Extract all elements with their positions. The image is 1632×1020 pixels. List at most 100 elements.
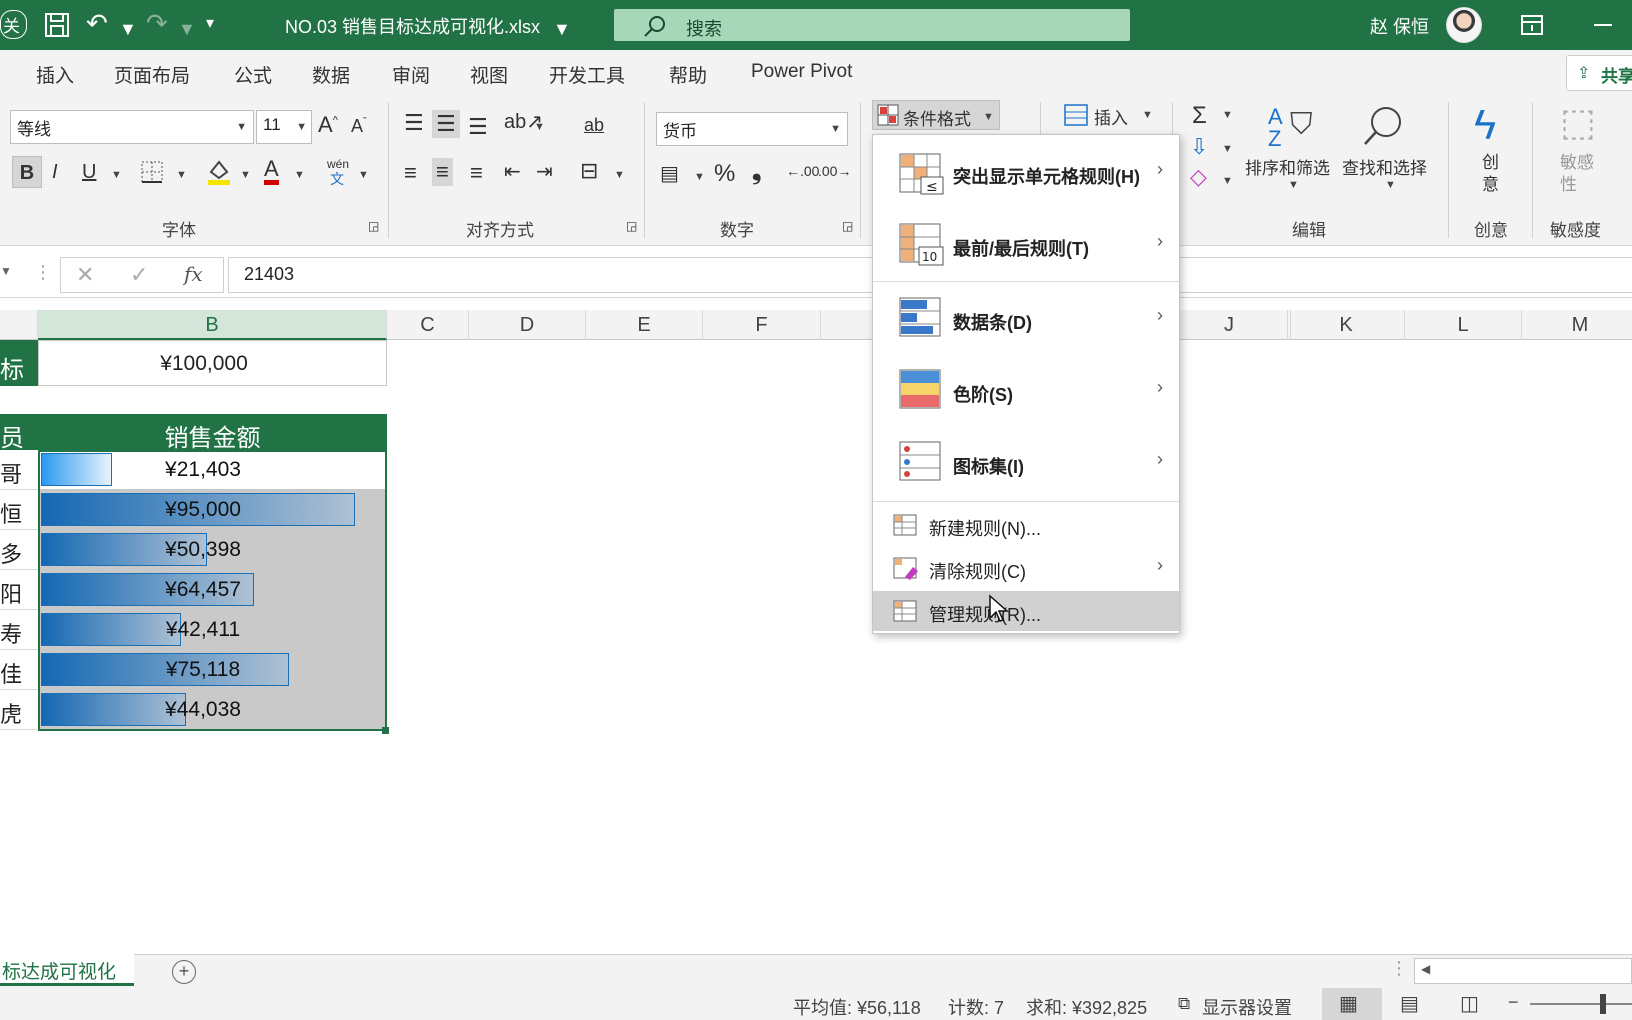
- ribbon-display-options-icon[interactable]: [1520, 14, 1544, 36]
- insert-cells-label[interactable]: 插入: [1094, 104, 1128, 129]
- find-select-dropdown-icon[interactable]: ▼: [1385, 180, 1396, 191]
- redo-dropdown-icon[interactable]: ▼: [178, 19, 196, 40]
- clear-dropdown-icon[interactable]: ▼: [1222, 176, 1233, 187]
- name-cell[interactable]: 寿: [0, 610, 38, 650]
- tab-data[interactable]: 数据: [312, 61, 350, 88]
- name-box-dropdown-icon[interactable]: ▼: [0, 264, 12, 278]
- wrap-text-icon[interactable]: ab: [584, 116, 604, 134]
- borders-icon[interactable]: [140, 160, 164, 184]
- add-sheet-button[interactable]: +: [172, 960, 196, 984]
- merge-dropdown-icon[interactable]: ▼: [614, 170, 625, 181]
- ideas-button-label[interactable]: 创 意: [1482, 152, 1499, 196]
- name-cell[interactable]: 哥: [0, 450, 38, 490]
- bold-button[interactable]: B: [12, 156, 42, 188]
- phonetic-guide-icon[interactable]: wén: [327, 158, 349, 170]
- orientation-dropdown-icon[interactable]: ▼: [534, 122, 545, 133]
- display-settings-label[interactable]: 显示器设置: [1202, 994, 1292, 1020]
- target-cell[interactable]: ¥100,000: [38, 340, 387, 386]
- cancel-icon[interactable]: ✕: [76, 262, 94, 288]
- page-break-view-icon[interactable]: ◫: [1460, 991, 1479, 1016]
- scroll-left-icon[interactable]: ◀: [1421, 962, 1430, 976]
- number-dialog-launcher-icon[interactable]: ◲: [842, 220, 853, 232]
- column-header-e[interactable]: E: [586, 310, 703, 340]
- zoom-slider-thumb[interactable]: [1600, 994, 1606, 1014]
- fill-dropdown-icon[interactable]: ▼: [1222, 144, 1233, 155]
- name-cell[interactable]: 恒: [0, 490, 38, 530]
- increase-font-size-icon[interactable]: A^: [318, 114, 338, 136]
- minimize-icon[interactable]: [1594, 24, 1612, 26]
- zoom-out-icon[interactable]: −: [1508, 992, 1519, 1013]
- phonetic-dropdown-icon[interactable]: ▼: [358, 170, 369, 181]
- menu-item-top-bottom[interactable]: 10 最前/最后规则(T) ›: [873, 211, 1179, 279]
- display-settings-icon[interactable]: ⧉: [1178, 994, 1190, 1014]
- avatar[interactable]: [1446, 7, 1482, 43]
- page-layout-view-icon[interactable]: ▤: [1400, 991, 1419, 1016]
- column-header-d[interactable]: D: [469, 310, 586, 340]
- tab-help[interactable]: 帮助: [669, 61, 707, 88]
- filename-dropdown-icon[interactable]: ▼: [553, 19, 571, 40]
- sort-filter-icon[interactable]: AZ: [1268, 106, 1283, 150]
- tab-power-pivot[interactable]: Power Pivot: [751, 61, 852, 83]
- accounting-dropdown-icon[interactable]: ▼: [694, 172, 705, 183]
- find-select-label[interactable]: 查找和选择: [1342, 154, 1427, 179]
- column-header-l[interactable]: L: [1405, 310, 1522, 340]
- tab-split-grip-icon[interactable]: ⋮: [1390, 958, 1408, 979]
- menu-item-icon-sets[interactable]: 图标集(I) ›: [873, 427, 1179, 497]
- name-cell[interactable]: 阳: [0, 570, 38, 610]
- column-header-b[interactable]: B: [38, 310, 387, 340]
- status-count[interactable]: 计数: 7: [948, 994, 1004, 1020]
- italic-button[interactable]: I: [52, 162, 58, 182]
- autosum-dropdown-icon[interactable]: ▼: [1222, 110, 1233, 121]
- column-header-k[interactable]: K: [1288, 310, 1405, 340]
- align-center-icon[interactable]: ≡: [432, 158, 453, 186]
- column-header-f[interactable]: F: [703, 310, 821, 340]
- font-size-select[interactable]: 11 ▼: [256, 110, 312, 144]
- zoom-slider[interactable]: [1530, 1003, 1632, 1005]
- merge-center-icon[interactable]: ⊟: [580, 160, 598, 182]
- font-name-select[interactable]: 等线 ▼: [10, 110, 254, 144]
- decrease-font-size-icon[interactable]: Aˇ: [351, 117, 367, 136]
- align-left-icon[interactable]: ≡: [404, 162, 417, 184]
- enter-icon[interactable]: ✓: [130, 262, 148, 288]
- percent-style-button[interactable]: %: [714, 162, 735, 186]
- status-average[interactable]: 平均值: ¥56,118: [793, 994, 921, 1020]
- increase-indent-icon[interactable]: ⇥: [536, 162, 553, 182]
- sort-filter-dropdown-icon[interactable]: ▼: [1288, 180, 1299, 191]
- increase-decimal-button[interactable]: ←.00: [786, 164, 819, 178]
- menu-item-clear-rules[interactable]: 清除规则(C) ›: [873, 547, 1179, 589]
- menu-item-new-rule[interactable]: 新建规则(N)...: [873, 505, 1179, 545]
- fill-color-dropdown-icon[interactable]: ▼: [240, 170, 251, 181]
- underline-dropdown-icon[interactable]: ▼: [111, 170, 122, 181]
- fill-handle[interactable]: [382, 727, 389, 734]
- align-top-icon[interactable]: ☰: [404, 112, 424, 134]
- font-dialog-launcher-icon[interactable]: ◲: [368, 220, 379, 232]
- conditional-formatting-button[interactable]: 条件格式 ▼: [872, 100, 1000, 130]
- column-header-m[interactable]: M: [1522, 310, 1632, 340]
- status-sum[interactable]: 求和: ¥392,825: [1026, 994, 1147, 1020]
- underline-button[interactable]: U: [82, 162, 96, 182]
- comma-style-button[interactable]: ❟: [752, 160, 761, 184]
- column-header-c[interactable]: C: [387, 310, 469, 340]
- menu-item-manage-rules[interactable]: 管理规则(R)...: [873, 591, 1179, 631]
- decrease-indent-icon[interactable]: ⇤: [504, 162, 521, 182]
- find-select-icon[interactable]: [1362, 104, 1406, 148]
- borders-dropdown-icon[interactable]: ▼: [176, 170, 187, 181]
- name-cell[interactable]: 多: [0, 530, 38, 570]
- undo-dropdown-icon[interactable]: ▼: [119, 19, 137, 40]
- sensitivity-button-label[interactable]: 敏感 性: [1560, 152, 1594, 196]
- column-header-j[interactable]: J: [1170, 310, 1288, 340]
- header-left-cell[interactable]: 员: [0, 414, 38, 452]
- align-right-icon[interactable]: ≡: [470, 162, 483, 184]
- sensitivity-icon[interactable]: ⬚: [1560, 104, 1596, 142]
- search-box[interactable]: 搜索: [614, 9, 1130, 41]
- insert-cells-icon[interactable]: [1064, 104, 1088, 126]
- decrease-decimal-button[interactable]: .00→: [818, 164, 851, 178]
- alignment-dialog-launcher-icon[interactable]: ◲: [626, 220, 637, 232]
- share-button[interactable]: 共享: [1566, 55, 1632, 91]
- sales-cell[interactable]: ¥42,411: [38, 610, 387, 650]
- redo-icon[interactable]: ↷: [146, 8, 168, 39]
- sales-cell[interactable]: ¥44,038: [38, 690, 387, 730]
- clear-icon[interactable]: ◇: [1190, 166, 1207, 188]
- tab-developer[interactable]: 开发工具: [549, 61, 625, 88]
- sales-cell[interactable]: ¥50,398: [38, 530, 387, 570]
